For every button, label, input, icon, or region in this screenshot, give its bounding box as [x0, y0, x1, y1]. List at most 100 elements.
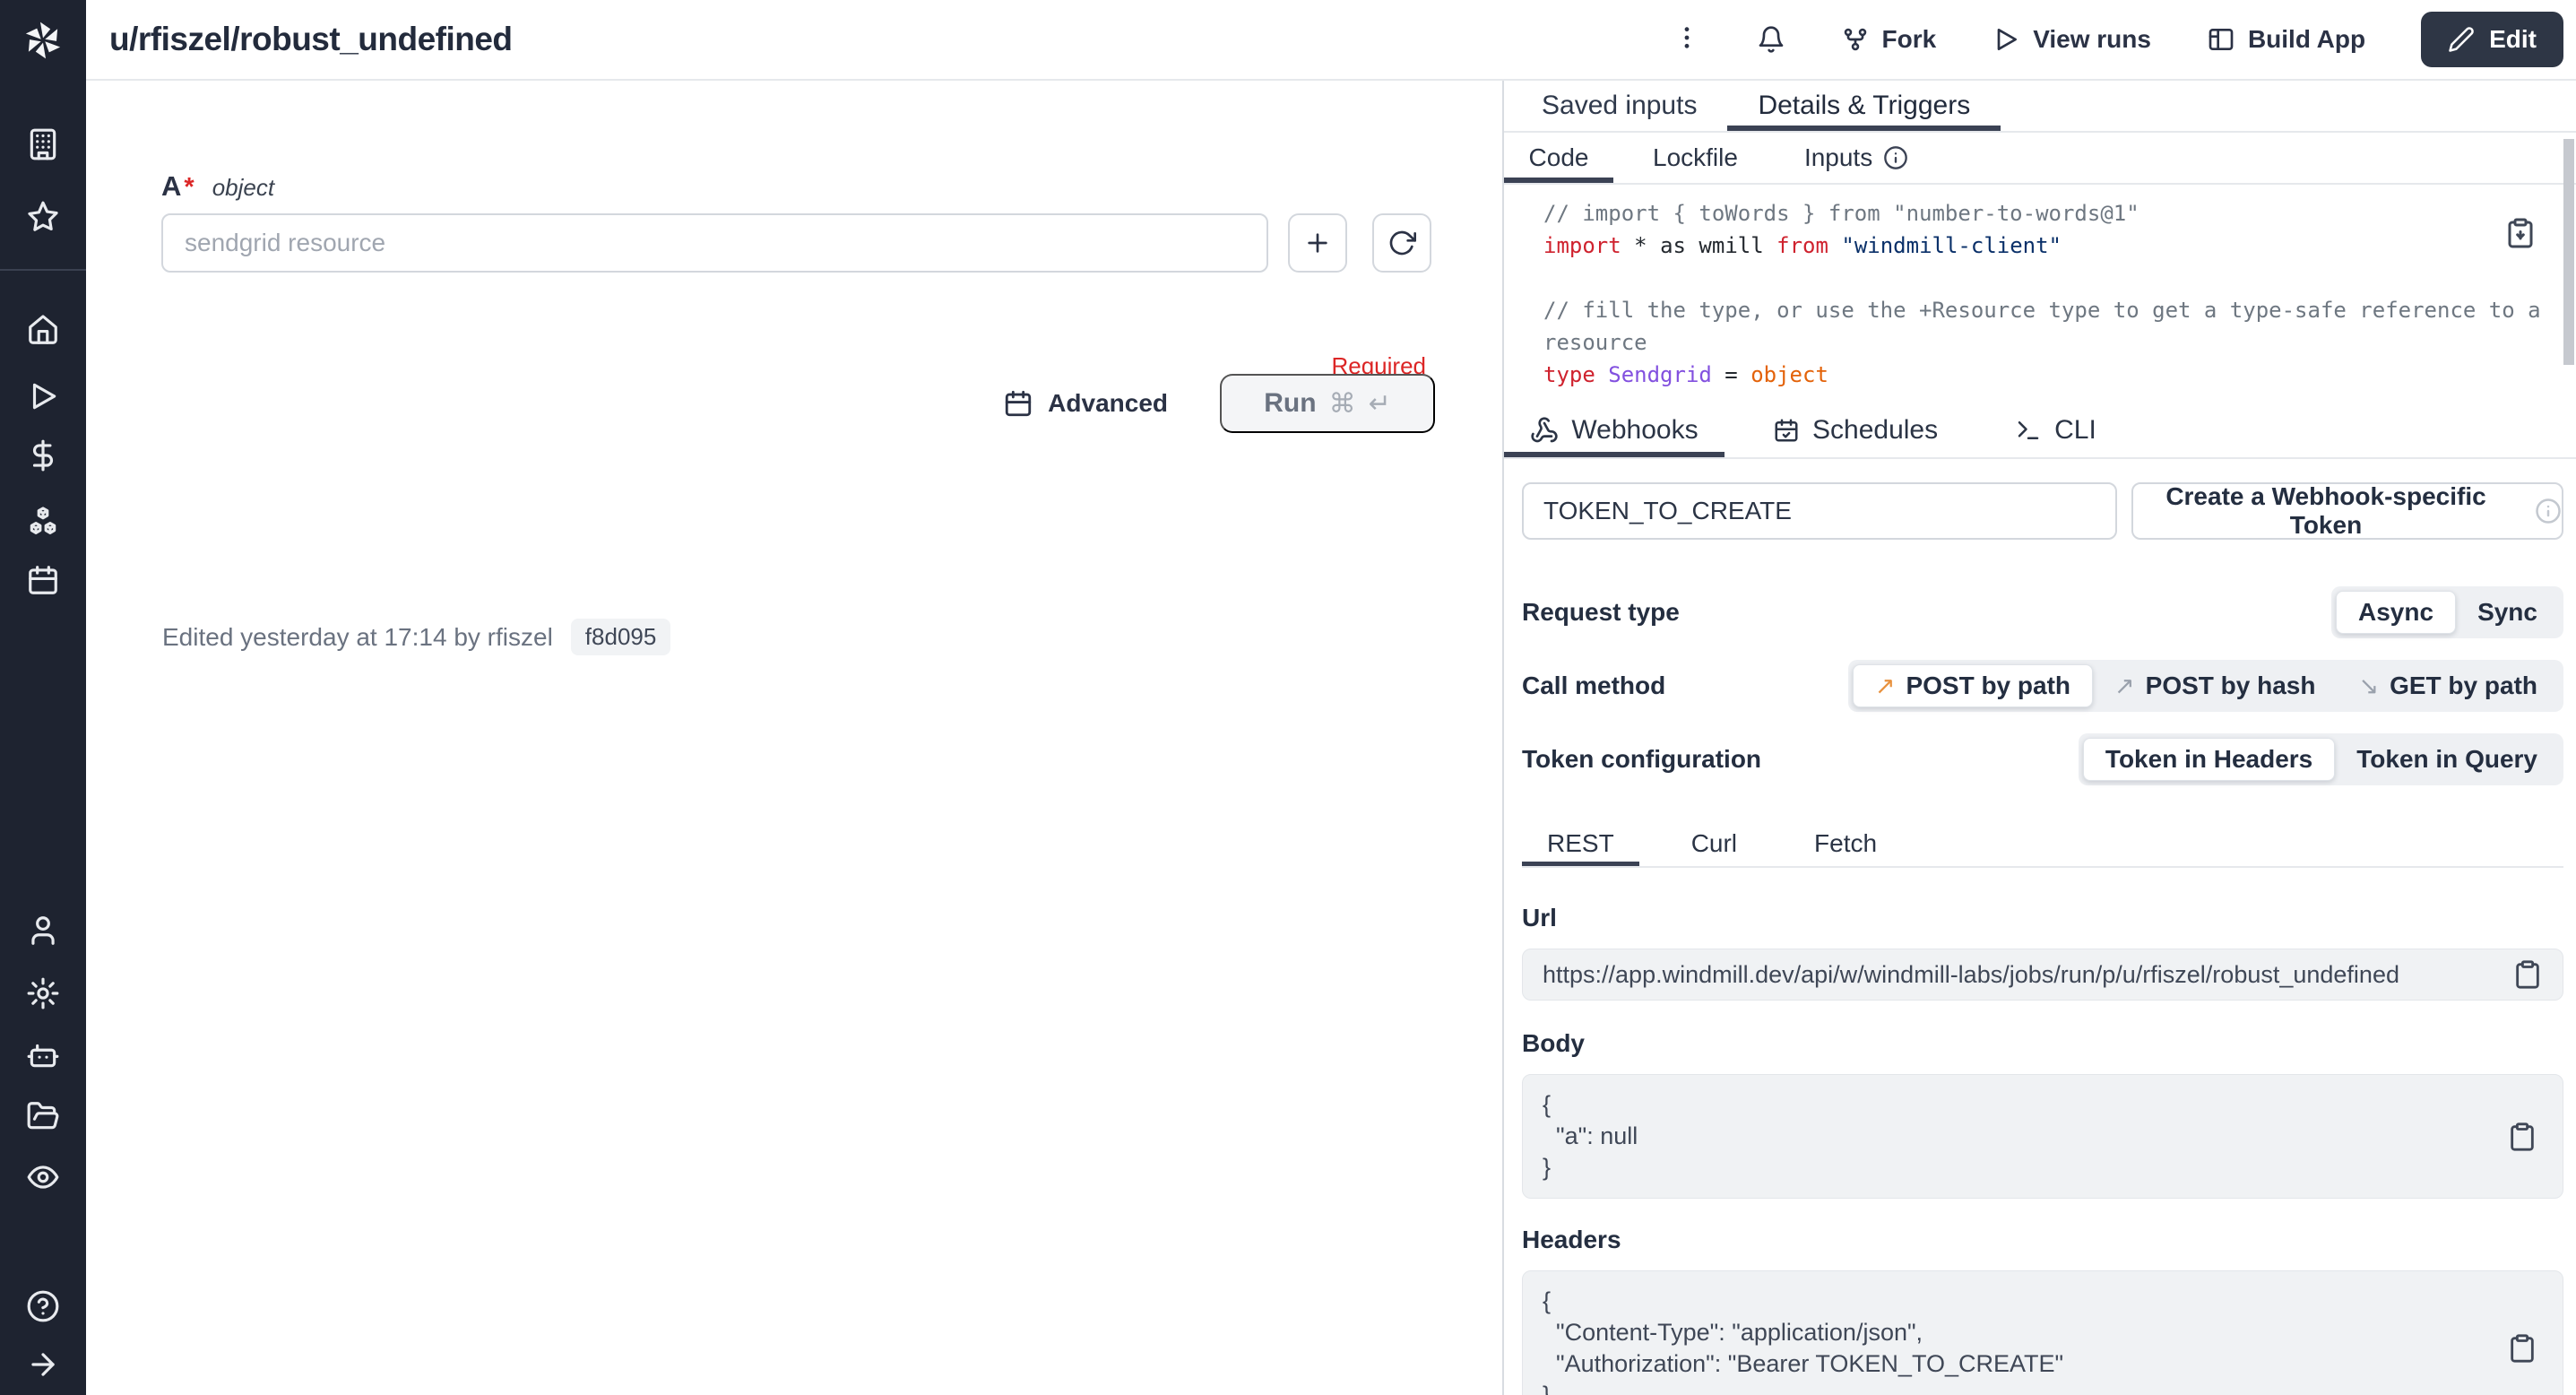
- copy-body-icon[interactable]: [2507, 1122, 2537, 1152]
- option-post-by-path[interactable]: ↗ POST by path: [1853, 664, 2093, 707]
- tab-webhooks-label: Webhooks: [1571, 415, 1698, 446]
- settings-gear-icon[interactable]: [26, 976, 60, 1010]
- cmd-key-icon: ⌘: [1329, 388, 1356, 420]
- kebab-menu-icon[interactable]: [1673, 23, 1701, 56]
- hash-badge[interactable]: f8d095: [571, 619, 671, 655]
- bell-icon[interactable]: [1757, 25, 1785, 54]
- tab-code[interactable]: Code: [1504, 133, 1613, 183]
- tab-lockfile[interactable]: Lockfile: [1626, 133, 1765, 183]
- user-icon[interactable]: [26, 914, 60, 948]
- workers-robot-icon[interactable]: [26, 1037, 60, 1071]
- tab-schedules[interactable]: Schedules: [1755, 403, 1956, 457]
- field-input-row: [161, 213, 1431, 273]
- code-block: // import { toWords } from "number-to-wo…: [1504, 185, 2576, 403]
- calendar-icon: [1003, 388, 1033, 419]
- option-token-in-query[interactable]: Token in Query: [2335, 738, 2559, 781]
- add-resource-button[interactable]: [1288, 213, 1347, 273]
- layout-icon: [2207, 25, 2235, 54]
- copy-url-icon[interactable]: [2512, 959, 2543, 990]
- option-get-by-path-label: GET by path: [2390, 672, 2537, 700]
- body-box: { "a": null }: [1522, 1074, 2563, 1199]
- arrow-down-right-icon: ↘: [2358, 672, 2379, 700]
- code-token: object: [1750, 362, 1828, 387]
- option-post-by-hash-label: POST by hash: [2146, 672, 2316, 700]
- page-title: u/rfiszel/robust_undefined: [109, 21, 513, 58]
- edited-row: Edited yesterday at 17:14 by rfiszel f8d…: [162, 619, 670, 655]
- call-method-toggle: ↗ POST by path ↗ POST by hash ↘ GET by p…: [1848, 660, 2563, 712]
- option-token-in-headers[interactable]: Token in Headers: [2083, 738, 2335, 781]
- code-token: resource: [1543, 330, 1647, 355]
- code-token: type: [1543, 362, 1595, 387]
- tab-saved-inputs[interactable]: Saved inputs: [1511, 81, 1727, 131]
- code-token: wmill: [1686, 233, 1776, 258]
- build-app-button[interactable]: Build App: [2207, 25, 2365, 54]
- webhooks-content: Create a Webhook-specific Token Request …: [1504, 482, 2576, 1395]
- tab-cli[interactable]: CLI: [1997, 403, 2114, 457]
- panel-tabs: Saved inputs Details & Triggers: [1504, 81, 2576, 133]
- url-label: Url: [1522, 904, 2563, 932]
- body-value: { "a": null }: [1523, 1075, 2563, 1198]
- refresh-button[interactable]: [1372, 213, 1431, 273]
- headers-value: { "Content-Type": "application/json", "A…: [1523, 1271, 2563, 1395]
- tab-inputs[interactable]: Inputs: [1779, 133, 1933, 183]
- expand-arrow-icon[interactable]: [26, 1347, 60, 1382]
- dollar-icon[interactable]: [26, 438, 60, 472]
- folder-open-icon[interactable]: [26, 1099, 60, 1133]
- token-row: Create a Webhook-specific Token: [1522, 482, 2563, 540]
- tab-curl[interactable]: Curl: [1666, 821, 1762, 866]
- star-icon[interactable]: [26, 200, 60, 234]
- option-sync[interactable]: Sync: [2456, 591, 2559, 634]
- call-method-label: Call method: [1522, 672, 1665, 700]
- code-line: [1543, 262, 2477, 294]
- option-post-by-hash[interactable]: ↗ POST by hash: [2093, 664, 2337, 707]
- trigger-tabs: Webhooks Schedules CLI: [1504, 403, 2576, 459]
- terminal-icon: [2015, 417, 2042, 444]
- resource-input[interactable]: [161, 213, 1268, 273]
- resources-boxes-icon[interactable]: [26, 505, 60, 539]
- edited-text: Edited yesterday at 17:14 by rfiszel: [162, 623, 553, 652]
- refresh-icon: [1387, 229, 1416, 257]
- play-icon: [1992, 25, 2020, 54]
- headers-label: Headers: [1522, 1226, 2563, 1254]
- details-panel: Saved inputs Details & Triggers Code Loc…: [1502, 81, 2576, 1395]
- token-config-label: Token configuration: [1522, 745, 1761, 774]
- copy-headers-icon[interactable]: [2507, 1333, 2537, 1364]
- schedules-calendar-icon[interactable]: [26, 563, 60, 597]
- create-token-button[interactable]: Create a Webhook-specific Token: [2131, 482, 2563, 540]
- runs-play-icon[interactable]: [26, 379, 60, 413]
- option-get-by-path[interactable]: ↘ GET by path: [2337, 664, 2559, 707]
- run-button[interactable]: Run ⌘ ↵: [1220, 374, 1435, 433]
- tab-rest[interactable]: REST: [1522, 821, 1639, 866]
- eye-icon[interactable]: [26, 1160, 60, 1194]
- headers-box: { "Content-Type": "application/json", "A…: [1522, 1270, 2563, 1395]
- tab-cli-label: CLI: [2054, 415, 2096, 446]
- info-icon: [1883, 145, 1908, 170]
- option-async[interactable]: Async: [2336, 591, 2456, 634]
- code-token: "windmill-client": [1828, 233, 2062, 258]
- snippet-tabs: REST Curl Fetch: [1522, 821, 2563, 868]
- token-config-toggle: Token in Headers Token in Query: [2079, 733, 2563, 785]
- tab-webhooks[interactable]: Webhooks: [1504, 403, 1725, 457]
- copy-code-icon[interactable]: [2504, 217, 2537, 249]
- code-token: from: [1776, 233, 1828, 258]
- app-window: u/rfiszel/robust_undefined Fork View run…: [0, 0, 2576, 1395]
- edit-button[interactable]: Edit: [2421, 12, 2563, 67]
- code-line: import * as wmill from "windmill-client": [1543, 230, 2477, 262]
- tab-details-triggers[interactable]: Details & Triggers: [1727, 81, 2001, 131]
- panel-scrollbar[interactable]: [2563, 139, 2574, 365]
- tab-fetch[interactable]: Fetch: [1789, 821, 1902, 866]
- tab-schedules-label: Schedules: [1812, 415, 1938, 446]
- create-token-label: Create a Webhook-specific Token: [2133, 482, 2519, 540]
- request-type-toggle: Async Sync: [2331, 586, 2563, 638]
- fork-button[interactable]: Fork: [1841, 25, 1937, 54]
- advanced-button[interactable]: Advanced: [1003, 388, 1168, 419]
- url-box: https://app.windmill.dev/api/w/windmill-…: [1522, 949, 2563, 1001]
- request-type-row: Request type Async Sync: [1522, 586, 2563, 638]
- building-icon[interactable]: [26, 127, 60, 161]
- home-icon[interactable]: [26, 313, 60, 347]
- view-runs-button[interactable]: View runs: [1992, 25, 2151, 54]
- help-circle-icon[interactable]: [26, 1289, 60, 1323]
- webhook-icon: [1530, 416, 1559, 445]
- token-input[interactable]: [1522, 482, 2117, 540]
- windmill-logo-icon[interactable]: [20, 17, 66, 64]
